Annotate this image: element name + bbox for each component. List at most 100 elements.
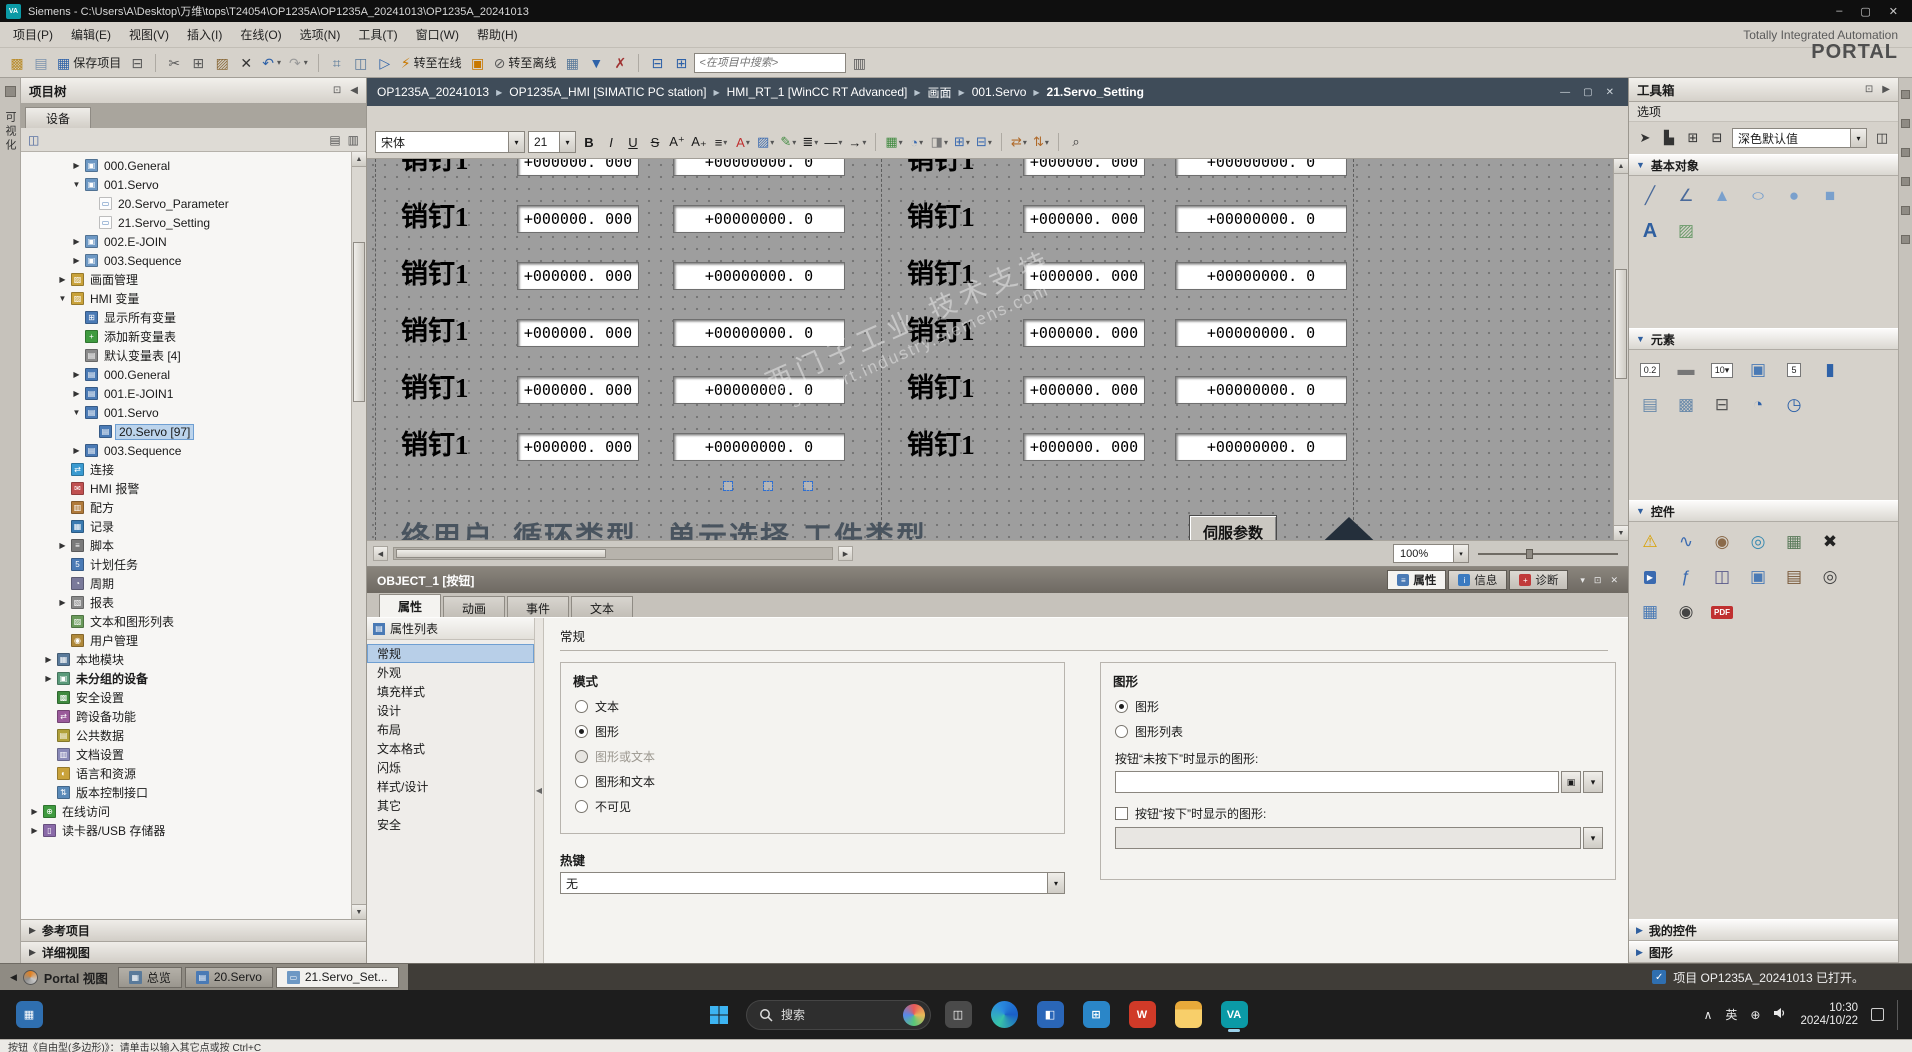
tree-item[interactable]: ⊞ 显示所有变量 bbox=[21, 308, 351, 327]
status-force-icon[interactable]: ▤ bbox=[1777, 562, 1811, 592]
tree-expander-icon[interactable]: ▶ bbox=[71, 256, 82, 265]
tree-item[interactable]: ▩ 安全设置 bbox=[21, 688, 351, 707]
menu-item[interactable]: 窗口(W) bbox=[407, 22, 468, 47]
collapsed-panel-icon[interactable] bbox=[1901, 90, 1910, 99]
new-project-button[interactable]: ▩ bbox=[6, 52, 28, 74]
window-minimize-button[interactable]: – bbox=[1836, 5, 1842, 18]
datetime-field-icon[interactable]: 5 bbox=[1777, 355, 1811, 385]
tree-sort-icon[interactable]: ▤ bbox=[329, 133, 340, 147]
zoom-tool-button[interactable]: ⌕ bbox=[1066, 131, 1086, 153]
properties-nav-item[interactable]: 填充样式 bbox=[367, 682, 534, 701]
menu-item[interactable]: 选项(N) bbox=[291, 22, 350, 47]
panel-collapse-icon[interactable]: ◀ bbox=[350, 85, 358, 96]
horizontal-scrollbar[interactable] bbox=[393, 547, 833, 560]
italic-button[interactable]: I bbox=[601, 131, 621, 153]
corner-radius-button[interactable]: ◔ ▾ bbox=[907, 131, 927, 153]
tree-item[interactable]: ▥ 文档设置 bbox=[21, 745, 351, 764]
tree-item[interactable]: ▶ ▤ 001.E-JOIN1 bbox=[21, 384, 351, 403]
tree-expander-icon[interactable]: ▶ bbox=[57, 598, 68, 607]
hmi-text-field[interactable]: 销钉1 bbox=[401, 430, 469, 460]
gauge-icon[interactable]: ◔ bbox=[1741, 390, 1775, 420]
hmi-io-field[interactable]: +00000000. 0 bbox=[1175, 262, 1347, 290]
tree-item[interactable]: ⇄ 跨设备功能 bbox=[21, 707, 351, 726]
subscript-button[interactable]: A₊ bbox=[689, 131, 709, 153]
hmi-text-field[interactable]: 销钉1 bbox=[907, 430, 975, 460]
graphic-io-field-icon[interactable]: ▣ bbox=[1741, 355, 1775, 385]
scroll-up-icon[interactable]: ▲ bbox=[352, 152, 366, 167]
tree-item[interactable]: ▶ ▣ 000.General bbox=[21, 156, 351, 175]
text-align-button[interactable]: ≡ ▾ bbox=[711, 131, 731, 153]
toolbox-section-header[interactable]: ▼ 元素 bbox=[1629, 328, 1898, 350]
radio-option[interactable]: 不可见 bbox=[561, 794, 1064, 819]
editor-tab[interactable]: ▭ 21.Servo_Set... bbox=[275, 966, 399, 988]
menu-item[interactable]: 视图(V) bbox=[120, 22, 178, 47]
cross-reference-button[interactable]: ✗ bbox=[609, 52, 631, 74]
line-icon[interactable]: ╱ bbox=[1633, 181, 1667, 211]
delete-button[interactable]: ✕ bbox=[235, 52, 257, 74]
tree-item[interactable]: ▶ ≡ 脚本 bbox=[21, 536, 351, 555]
wps-office-icon[interactable]: W bbox=[1123, 996, 1161, 1034]
toolbox-section-header[interactable]: ▶ 我的控件 bbox=[1629, 919, 1898, 941]
properties-nav-item[interactable]: 安全 bbox=[367, 815, 534, 834]
tree-item[interactable]: ▶ ▣ 002.E-JOIN bbox=[21, 232, 351, 251]
graphic-dropdown-button[interactable]: ▾ bbox=[1583, 771, 1603, 793]
tray-volume-icon[interactable] bbox=[1773, 1007, 1787, 1022]
tree-expander-icon[interactable]: ▶ bbox=[71, 446, 82, 455]
nav-collapse-handle[interactable]: ◀ bbox=[535, 618, 544, 963]
collapsed-panel-icon[interactable] bbox=[1901, 235, 1910, 244]
tree-expander-icon[interactable]: ▶ bbox=[71, 389, 82, 398]
properties-nav-item[interactable]: 其它 bbox=[367, 796, 534, 815]
select-cursor-icon[interactable]: ➤ bbox=[1635, 128, 1655, 148]
radio-option[interactable]: 图形列表 bbox=[1101, 719, 1615, 744]
show-grid-icon[interactable]: ⊟ bbox=[1707, 128, 1727, 148]
breadcrumb-item[interactable]: 001.Servo bbox=[972, 85, 1027, 99]
media-player-icon[interactable]: ▶ bbox=[1633, 562, 1667, 592]
hmi-io-field[interactable]: +000000. 000 bbox=[1023, 205, 1145, 233]
taskbar-search[interactable]: 搜索 bbox=[746, 999, 931, 1030]
polygon-icon[interactable]: ▲ bbox=[1705, 181, 1739, 211]
symbol-library-icon[interactable]: ▤ bbox=[1633, 390, 1667, 420]
toolbox-section-header[interactable]: ▼ 基本对象 bbox=[1629, 154, 1898, 176]
html-browser-icon[interactable]: ◎ bbox=[1741, 527, 1775, 557]
properties-nav-item[interactable]: 设计 bbox=[367, 701, 534, 720]
reference-projects-section[interactable]: ▶ 参考项目 bbox=[21, 919, 366, 941]
editor-minimize-button[interactable]: — bbox=[1560, 87, 1570, 98]
cut-button[interactable]: ✂ bbox=[163, 52, 185, 74]
panel-pin-icon[interactable]: ⊡ bbox=[333, 85, 341, 96]
tree-item[interactable]: ▶ ▨ 画面管理 bbox=[21, 270, 351, 289]
graphic-view-icon[interactable]: ▨ bbox=[1669, 216, 1703, 246]
print-button[interactable]: ⊟ bbox=[126, 52, 148, 74]
shadow-button[interactable]: ◨ ▾ bbox=[929, 131, 950, 153]
pressed-graphic-checkbox[interactable]: 按钮“按下”时显示的图形: bbox=[1115, 805, 1615, 822]
style-select[interactable]: 深色默认值 ▾ bbox=[1732, 128, 1867, 148]
tree-item[interactable]: ▶ ▣ 003.Sequence bbox=[21, 251, 351, 270]
menu-item[interactable]: 工具(T) bbox=[349, 22, 406, 47]
tree-item[interactable]: ▤ 公共数据 bbox=[21, 726, 351, 745]
clock-icon[interactable]: ◷ bbox=[1777, 390, 1811, 420]
pen-color-button[interactable]: ✎ ▾ bbox=[778, 131, 798, 153]
font-family-select[interactable]: 宋体 ▾ bbox=[375, 131, 525, 153]
tree-expander-icon[interactable]: ▶ bbox=[71, 370, 82, 379]
hmi-text-field[interactable]: 销钉1 bbox=[907, 373, 975, 403]
hmi-text-field[interactable]: 销钉1 bbox=[401, 202, 469, 232]
dash-style-button[interactable]: — ▾ bbox=[822, 131, 844, 153]
start-simulation-button[interactable]: ▷ bbox=[374, 52, 396, 74]
hmi-io-field[interactable]: +00000000. 0 bbox=[673, 262, 845, 290]
unpressed-graphic-input[interactable] bbox=[1115, 771, 1559, 793]
compile-button[interactable]: ▦ bbox=[561, 52, 583, 74]
collapsed-panel-icon[interactable] bbox=[1901, 148, 1910, 157]
toolbox-pin-icon[interactable]: ⊡ bbox=[1865, 84, 1873, 95]
copy-button[interactable]: ⊞ bbox=[187, 52, 209, 74]
hmi-io-field[interactable]: +00000000. 0 bbox=[1175, 433, 1347, 461]
hmi-clipped-text[interactable]: 循环类型 bbox=[513, 514, 637, 540]
hmi-text-field[interactable]: 销钉1 bbox=[907, 159, 975, 175]
tray-clock[interactable]: 10:30 2024/10/22 bbox=[1800, 1002, 1858, 1028]
editor-maximize-button[interactable]: ▢ bbox=[1583, 87, 1592, 98]
properties-tab[interactable]: 属性 bbox=[379, 594, 442, 617]
collapsed-panel-icon[interactable] bbox=[1901, 119, 1910, 128]
details-view-section[interactable]: ▶ 详细视图 bbox=[21, 941, 366, 963]
screen-canvas[interactable]: 销钉1 +000000. 000 +00000000. 0 销钉1 +000000. 0… bbox=[367, 159, 1628, 540]
menu-item[interactable]: 在线(O) bbox=[231, 22, 290, 47]
properties-tab[interactable]: 事件 bbox=[507, 596, 570, 617]
movie-player-icon[interactable]: ◉ bbox=[1669, 597, 1703, 627]
